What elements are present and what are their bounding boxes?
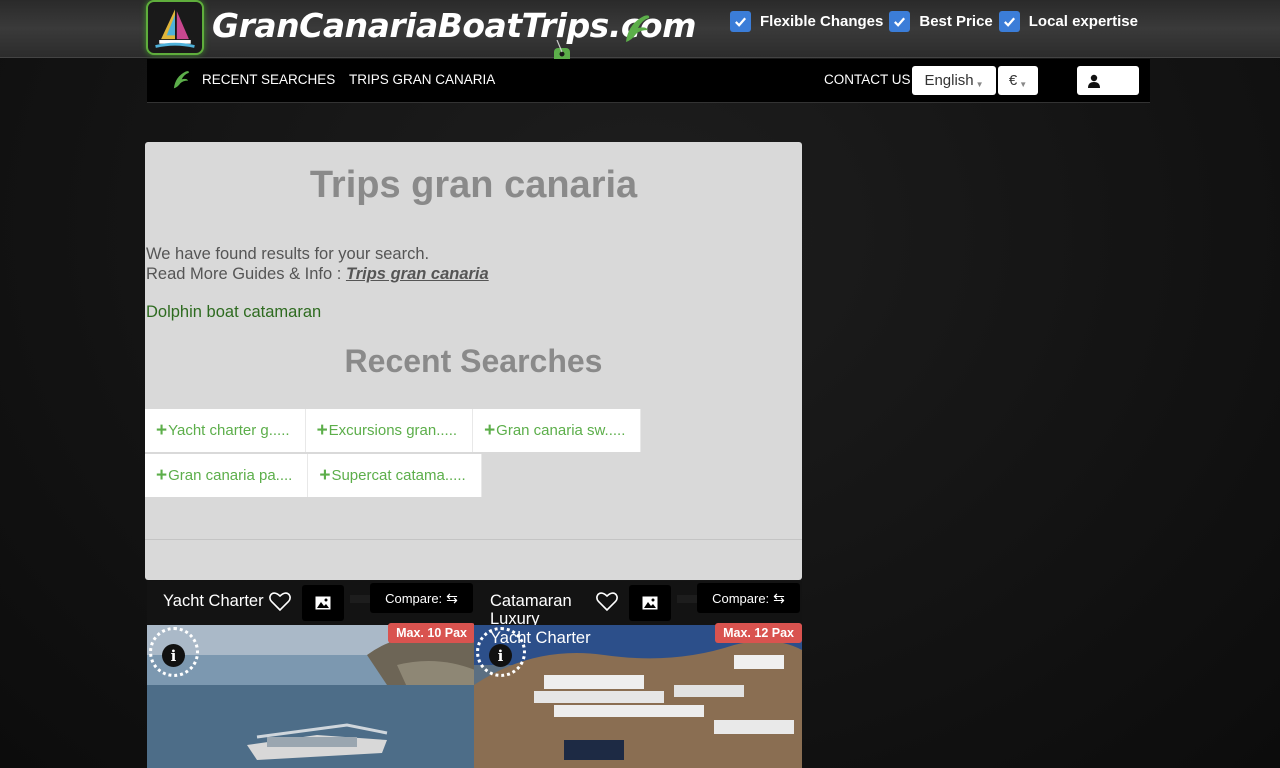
chip-row: + Gran canaria pa.... + Supercat catama...… bbox=[145, 454, 665, 497]
nav-link-contact-us[interactable]: CONTACT US bbox=[824, 72, 911, 87]
feature-label: Local expertise bbox=[1028, 12, 1138, 30]
feature-flexible-changes: Flexible Changes bbox=[730, 10, 884, 32]
gallery-button[interactable] bbox=[302, 585, 344, 621]
language-value: English bbox=[924, 72, 974, 89]
info-icon[interactable]: i bbox=[489, 644, 512, 667]
related-search-link[interactable]: Dolphin boat catamaran bbox=[146, 303, 321, 322]
currency-select[interactable]: € ▼ bbox=[998, 66, 1038, 95]
user-icon bbox=[1088, 74, 1100, 88]
compare-button[interactable]: Compare: ⇆ bbox=[697, 583, 800, 613]
recent-search-chip[interactable]: + Gran canaria sw..... bbox=[473, 409, 642, 452]
search-results-panel: Trips gran canaria We have found results… bbox=[145, 142, 802, 580]
feature-label: Flexible Changes bbox=[760, 12, 884, 30]
user-account-button[interactable] bbox=[1077, 66, 1139, 95]
recent-search-chip[interactable]: + Gran canaria pa.... bbox=[145, 454, 309, 497]
recent-search-chip[interactable]: + Excursions gran..... bbox=[305, 409, 474, 452]
language-select[interactable]: English ▼ bbox=[912, 66, 996, 95]
boat-card[interactable]: Catamaran Luxury Compare: ⇆ Max. 12 Pax … bbox=[474, 581, 802, 768]
feature-list: Flexible Changes Best Price Local expert… bbox=[730, 9, 1144, 33]
checkbox-icon bbox=[730, 10, 751, 32]
compare-button[interactable]: Compare: ⇆ bbox=[370, 583, 473, 613]
plus-icon: + bbox=[319, 465, 331, 486]
swap-arrows-icon: ⇆ bbox=[773, 589, 785, 606]
results-found-text: We have found results for your search. bbox=[146, 245, 430, 263]
read-more-prefix: Read More Guides & Info : bbox=[146, 265, 346, 283]
connector bbox=[350, 595, 370, 603]
connector bbox=[677, 595, 697, 603]
checkbox-icon bbox=[998, 10, 1020, 32]
plus-icon: + bbox=[316, 420, 328, 441]
read-more-link[interactable]: Trips gran canaria bbox=[346, 265, 489, 283]
heart-icon[interactable] bbox=[595, 589, 619, 613]
nav-bar: RECENT SEARCHES TRIPS GRAN CANARIA CONTA… bbox=[147, 59, 1150, 103]
card-title[interactable]: Yacht Charter bbox=[163, 592, 273, 610]
chip-row: + Yacht charter g..... + Excursions gran..… bbox=[145, 409, 665, 452]
read-more-line: Read More Guides & Info : Trips gran can… bbox=[146, 265, 489, 284]
image-icon bbox=[642, 596, 658, 610]
plus-icon: + bbox=[484, 420, 496, 441]
recent-searches-list: + Yacht charter g..... + Excursions gran..… bbox=[145, 409, 665, 499]
plus-icon: + bbox=[156, 465, 168, 486]
logo-catamaran-icon[interactable] bbox=[146, 0, 204, 55]
swap-arrows-icon: ⇆ bbox=[446, 589, 458, 606]
heart-icon[interactable] bbox=[268, 589, 292, 613]
info-icon[interactable]: i bbox=[162, 644, 185, 667]
card-header: Catamaran Luxury Compare: ⇆ bbox=[474, 581, 802, 628]
caret-down-icon: ▼ bbox=[1019, 80, 1028, 89]
currency-value: € bbox=[1008, 72, 1018, 89]
max-pax-badge: Max. 10 Pax bbox=[388, 623, 475, 643]
card-header: Yacht Charter Compare: ⇆ bbox=[147, 581, 475, 625]
recent-searches-title: Recent Searches bbox=[344, 343, 603, 379]
feature-label: Best Price bbox=[919, 12, 993, 30]
checkbox-icon bbox=[889, 10, 911, 32]
dolphin-icon bbox=[626, 15, 650, 43]
recent-search-chip[interactable]: + Supercat catama..... bbox=[308, 454, 482, 497]
recent-search-chip[interactable]: + Yacht charter g..... bbox=[145, 409, 306, 452]
dolphin-home-icon[interactable] bbox=[171, 69, 191, 91]
boat-card[interactable]: Yacht Charter Compare: ⇆ Max. 10 Pax i bbox=[147, 581, 475, 768]
page-title: Trips gran canaria bbox=[309, 164, 638, 206]
divider bbox=[145, 539, 802, 540]
feature-best-price: Best Price bbox=[889, 10, 993, 32]
max-pax-badge: Max. 12 Pax bbox=[715, 623, 802, 643]
caret-down-icon: ▼ bbox=[975, 80, 984, 89]
card-title[interactable]: Catamaran Luxury bbox=[490, 592, 600, 628]
gallery-button[interactable] bbox=[629, 585, 671, 621]
plus-icon: + bbox=[156, 420, 168, 441]
nav-link-recent-searches[interactable]: RECENT SEARCHES bbox=[202, 72, 335, 87]
feature-local-expertise: Local expertise bbox=[998, 10, 1138, 32]
nav-link-trips-gran-canaria[interactable]: TRIPS GRAN CANARIA bbox=[349, 72, 495, 87]
image-icon bbox=[315, 596, 331, 610]
